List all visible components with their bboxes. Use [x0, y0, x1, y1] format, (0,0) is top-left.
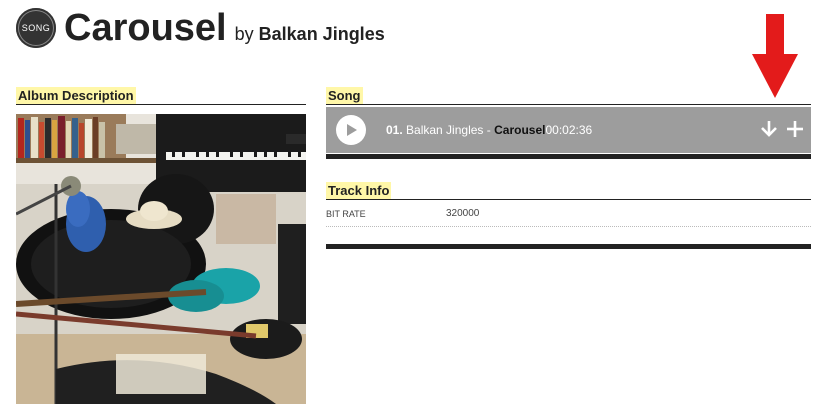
track-info-row: BIT RATE 320000 — [326, 204, 811, 226]
album-section-divider — [16, 104, 306, 105]
plus-icon[interactable] — [785, 119, 805, 139]
song-duration: 00:02:36 — [545, 123, 593, 137]
red-arrow-icon — [752, 14, 798, 98]
track-info-row-divider — [326, 226, 811, 227]
track-info-bottom-rule — [326, 244, 811, 249]
song-heading: Song — [326, 87, 363, 104]
artist-byline: by Balkan Jingles — [235, 24, 385, 45]
song-badge-icon: SONG — [16, 8, 56, 48]
song-separator: - — [486, 123, 491, 137]
track-info-heading: Track Info — [326, 182, 392, 199]
song-section-divider — [326, 104, 811, 105]
play-button[interactable] — [336, 115, 366, 145]
song-artist[interactable]: Balkan Jingles — [406, 123, 483, 137]
song-actions — [759, 119, 805, 139]
by-label: by — [234, 23, 254, 44]
song-info: 01. Balkan Jingles - Carousel00:02:36 — [386, 123, 592, 137]
song-player-row[interactable]: 01. Balkan Jingles - Carousel00:02:36 — [326, 107, 811, 153]
page-title: Carousel — [64, 7, 227, 49]
song-title[interactable]: Carousel — [494, 123, 545, 137]
track-number: 01. — [386, 123, 403, 137]
bit-rate-label: BIT RATE — [326, 209, 366, 219]
download-icon[interactable] — [759, 119, 779, 139]
artist-link[interactable]: Balkan Jingles — [259, 24, 385, 44]
track-info-divider — [326, 199, 811, 200]
bit-rate-value: 320000 — [446, 208, 480, 219]
song-bottom-rule — [326, 154, 811, 159]
album-description-heading: Album Description — [16, 87, 136, 104]
album-cover-image — [16, 114, 306, 404]
play-icon — [347, 124, 357, 136]
page-header: SONG Carousel by Balkan Jingles — [16, 6, 385, 50]
